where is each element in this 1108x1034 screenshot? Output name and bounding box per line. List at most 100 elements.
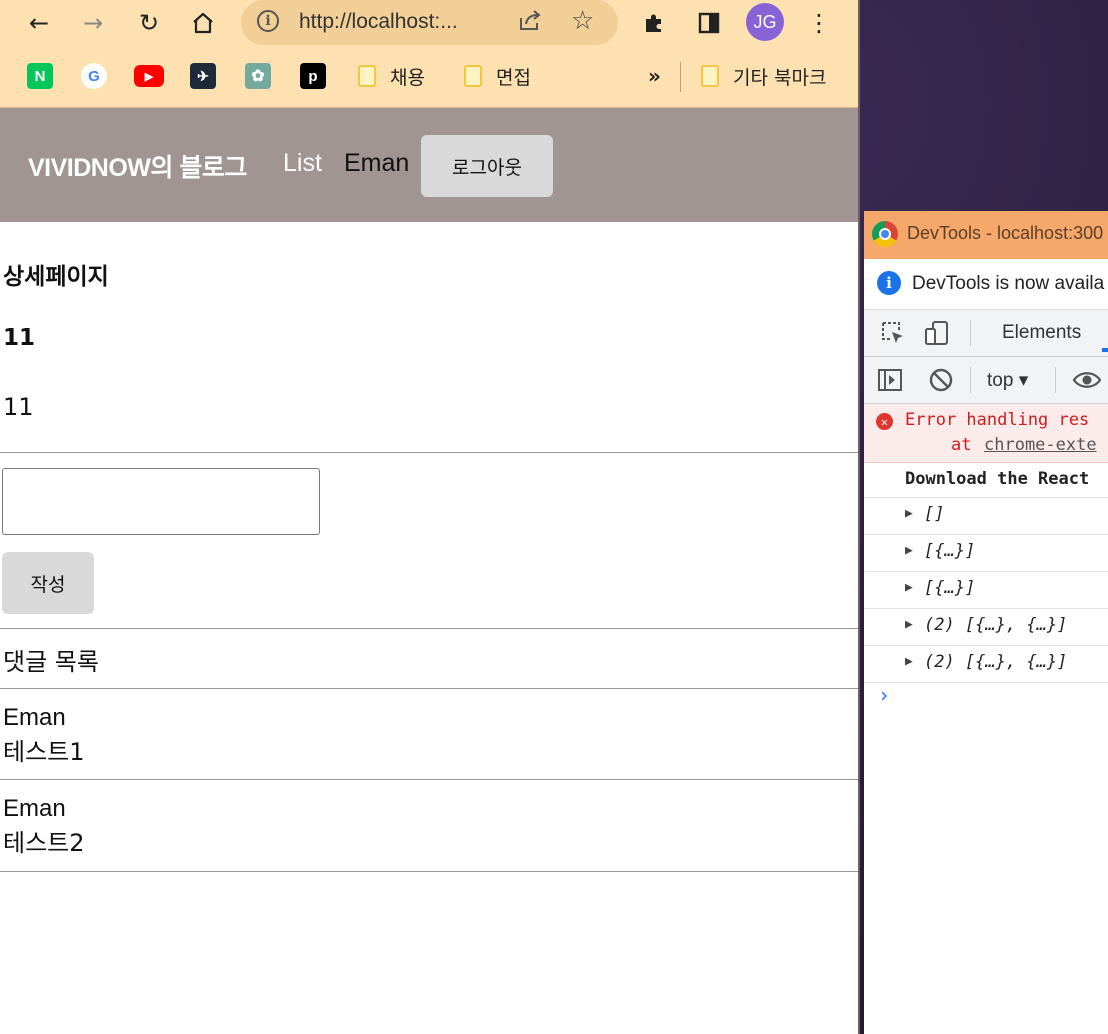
back-arrow-icon[interactable]: ← <box>22 6 56 40</box>
submit-comment-button[interactable]: 작성 <box>2 552 94 614</box>
context-selector-label: top <box>987 370 1014 391</box>
bookmarks-overflow-chevron[interactable]: » <box>648 62 661 90</box>
log-value: (2) [{…}, {…}] <box>924 615 1068 635</box>
console-log-entry[interactable]: ▶ [] <box>864 498 1108 535</box>
comment-author: Eman <box>3 795 66 822</box>
log-value: (2) [{…}, {…}] <box>924 652 1068 672</box>
logout-button[interactable]: 로그아웃 <box>421 135 553 197</box>
p-site-icon: p <box>300 63 326 89</box>
more-menu-icon[interactable]: ⋮ <box>802 6 836 40</box>
browser-toolbar: ← → ↻ i http://localhost:... ☆ JG ⋮ <box>0 0 858 46</box>
bookmark-folder-hiring[interactable]: 채용 <box>358 62 425 90</box>
devtools-info-message: DevTools is now availa <box>912 273 1105 294</box>
console-prompt[interactable]: › <box>878 683 890 707</box>
bookmark-google[interactable]: G <box>81 62 107 90</box>
console-message: Download the React <box>864 463 1108 498</box>
console-toolbar: top ▾ <box>864 357 1108 404</box>
naver-icon: N <box>27 63 53 89</box>
comment-item: Eman 테스트2 <box>3 795 85 858</box>
bookmark-folder-label: 면접 <box>496 66 531 89</box>
site-brand[interactable]: VIVIDNOW의 블로그 <box>28 148 247 184</box>
chrome-logo-icon <box>872 221 898 247</box>
comment-text: 테스트2 <box>3 829 85 857</box>
folder-icon <box>701 65 719 87</box>
expand-triangle-icon[interactable]: ▶ <box>905 580 913 595</box>
bookmark-naver[interactable]: N <box>27 62 53 90</box>
bookmark-folder-interview[interactable]: 면접 <box>464 62 531 90</box>
bookmark-folder-label: 채용 <box>390 66 425 89</box>
nav-list-link[interactable]: List <box>283 149 322 178</box>
expand-triangle-icon[interactable]: ▶ <box>905 543 913 558</box>
info-icon: i <box>877 271 901 295</box>
page-title: 상세페이지 <box>3 264 109 290</box>
tab-elements[interactable]: Elements <box>1002 322 1081 344</box>
youtube-icon: ▶ <box>134 65 164 87</box>
console-log-entry[interactable]: ▶ (2) [{…}, {…}] <box>864 646 1108 683</box>
comment-input[interactable] <box>2 468 320 535</box>
nav-username: Eman <box>344 149 410 177</box>
error-stack-link[interactable]: chrome-exte <box>984 435 1097 455</box>
devtools-window-title: DevTools - localhost:300 <box>907 223 1104 243</box>
bookmark-chatgpt[interactable]: ✿ <box>245 62 271 90</box>
error-message: Error handling res <box>905 410 1090 430</box>
expand-triangle-icon[interactable]: ▶ <box>905 654 913 669</box>
expand-triangle-icon[interactable]: ▶ <box>905 506 913 521</box>
console-log-entry[interactable]: ▶ [{…}] <box>864 535 1108 572</box>
devtools-tabbar: Elements <box>864 310 1108 357</box>
console-message-text: Download the React <box>905 469 1090 489</box>
inspect-element-icon[interactable] <box>880 320 906 352</box>
device-toolbar-icon[interactable] <box>924 320 950 352</box>
bookmark-star-icon[interactable]: ☆ <box>571 6 594 36</box>
folder-icon <box>358 65 376 87</box>
context-selector[interactable]: top ▾ <box>987 369 1028 392</box>
profile-avatar[interactable]: JG <box>746 3 784 41</box>
divider <box>0 871 858 872</box>
divider <box>0 628 858 629</box>
expand-triangle-icon[interactable]: ▶ <box>905 617 913 632</box>
bird-icon: ✈ <box>190 63 216 89</box>
error-stack-prefix: at <box>951 435 972 455</box>
toolbar-separator <box>970 367 971 393</box>
browser-window: ← → ↻ i http://localhost:... ☆ JG ⋮ N G <box>0 0 860 1034</box>
chatgpt-icon: ✿ <box>245 63 271 89</box>
toolbar-separator <box>1055 367 1056 393</box>
console-log-entry[interactable]: ▶ [{…}] <box>864 572 1108 609</box>
url-text[interactable]: http://localhost:... <box>299 10 458 34</box>
bookmarks-divider <box>680 62 681 92</box>
google-icon: G <box>81 63 107 89</box>
comment-author: Eman <box>3 704 66 731</box>
comment-text: 테스트1 <box>3 738 85 766</box>
address-bar[interactable]: i http://localhost:... ☆ <box>241 0 618 45</box>
sidebar-toggle-icon[interactable] <box>877 367 903 399</box>
divider <box>0 779 858 780</box>
reload-icon[interactable]: ↻ <box>132 6 166 40</box>
devtools-infobar: i DevTools is now availa <box>864 259 1108 310</box>
log-value: [] <box>924 504 945 524</box>
home-icon[interactable] <box>186 6 220 40</box>
clear-console-icon[interactable] <box>928 367 954 399</box>
share-icon[interactable] <box>517 8 543 38</box>
eye-icon[interactable] <box>1072 367 1102 399</box>
side-panel-icon[interactable] <box>692 6 726 40</box>
log-value: [{…}] <box>924 578 976 598</box>
bookmark-youtube[interactable]: ▶ <box>134 62 164 90</box>
devtools-window: DevTools - localhost:300 i DevTools is n… <box>864 211 1108 1034</box>
bookmark-folder-label: 기타 북마크 <box>733 66 827 89</box>
devtools-titlebar[interactable]: DevTools - localhost:300 <box>864 211 1108 259</box>
divider <box>0 688 858 689</box>
extensions-puzzle-icon[interactable] <box>637 6 671 40</box>
log-value: [{…}] <box>924 541 976 561</box>
post-title: 11 <box>3 325 36 351</box>
forward-arrow-icon[interactable]: → <box>76 6 110 40</box>
divider <box>0 452 858 453</box>
console-error-entry: ✕ Error handling res at chrome-exte <box>864 404 1108 463</box>
bookmark-folder-other[interactable]: 기타 북마크 <box>701 62 826 90</box>
bookmark-p[interactable]: p <box>300 62 326 90</box>
site-info-icon[interactable]: i <box>257 10 279 32</box>
bookmarks-bar: N G ▶ ✈ ✿ p 채용 면접 » 기타 북마크 <box>0 46 858 108</box>
toolbar-separator <box>970 320 971 346</box>
console-log-entry[interactable]: ▶ (2) [{…}, {…}] <box>864 609 1108 646</box>
comment-item: Eman 테스트1 <box>3 704 85 767</box>
bookmark-bird[interactable]: ✈ <box>190 62 216 90</box>
active-tab-indicator <box>1102 348 1108 352</box>
